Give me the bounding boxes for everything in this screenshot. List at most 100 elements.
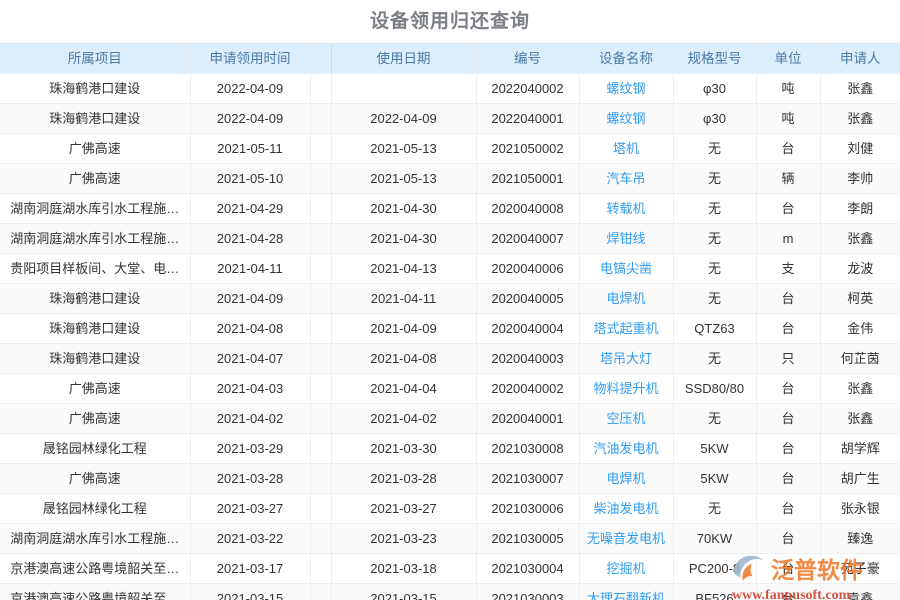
table-row[interactable]: 京港澳高速公路粤境韶关至…2021-03-152021-03-152021030… bbox=[0, 584, 900, 600]
cell-code: 2022040001 bbox=[476, 104, 579, 134]
cell-device[interactable]: 转载机 bbox=[579, 194, 673, 224]
cell-device[interactable]: 汽油发电机 bbox=[579, 434, 673, 464]
cell-spec: 无 bbox=[673, 284, 756, 314]
cell-apply_date: 2021-04-03 bbox=[190, 374, 310, 404]
cell-unit: 台 bbox=[756, 284, 820, 314]
cell-apply_date: 2021-03-15 bbox=[190, 584, 310, 600]
column-header-unit[interactable]: 单位 bbox=[756, 44, 820, 74]
cell-project: 晟铭园林绿化工程 bbox=[0, 434, 190, 464]
cell-project: 广佛高速 bbox=[0, 164, 190, 194]
page-header: 设备领用归还查询 bbox=[0, 0, 900, 44]
cell-device[interactable]: 挖掘机 bbox=[579, 554, 673, 584]
cell-project: 珠海鹤港口建设 bbox=[0, 314, 190, 344]
cell-device[interactable]: 电焊机 bbox=[579, 464, 673, 494]
cell-spec: 无 bbox=[673, 404, 756, 434]
table-row[interactable]: 珠海鹤港口建设2021-04-092021-04-112020040005电焊机… bbox=[0, 284, 900, 314]
cell-spacer bbox=[310, 554, 331, 584]
cell-device[interactable]: 焊钳线 bbox=[579, 224, 673, 254]
table-row[interactable]: 珠海鹤港口建设2021-04-072021-04-082020040003塔吊大… bbox=[0, 344, 900, 374]
page-title: 设备领用归还查询 bbox=[370, 12, 530, 31]
cell-device[interactable]: 塔式起重机 bbox=[579, 314, 673, 344]
column-header-code[interactable]: 编号 bbox=[476, 44, 579, 74]
equipment-requisition-return-query-page: 设备领用归还查询 所属项目申请领用时间使用日期编号设备名称规格型号单位申请人 珠… bbox=[0, 0, 900, 600]
cell-spec: φ30 bbox=[673, 104, 756, 134]
cell-device[interactable]: 电焊机 bbox=[579, 284, 673, 314]
cell-use_date: 2021-03-18 bbox=[331, 554, 476, 584]
cell-code: 2021050001 bbox=[476, 164, 579, 194]
cell-spacer bbox=[310, 134, 331, 164]
column-header-spec[interactable]: 规格型号 bbox=[673, 44, 756, 74]
cell-spec: 70KW bbox=[673, 524, 756, 554]
cell-device[interactable]: 塔机 bbox=[579, 134, 673, 164]
cell-device[interactable]: 电镐尖凿 bbox=[579, 254, 673, 284]
cell-spec: φ30 bbox=[673, 74, 756, 104]
cell-spec: 无 bbox=[673, 224, 756, 254]
cell-spacer bbox=[310, 314, 331, 344]
cell-applicant: 金伟 bbox=[820, 314, 900, 344]
cell-code: 2021030006 bbox=[476, 494, 579, 524]
column-header-apply_date[interactable]: 申请领用时间 bbox=[190, 44, 310, 74]
cell-use_date: 2021-03-30 bbox=[331, 434, 476, 464]
cell-spacer bbox=[310, 164, 331, 194]
table-row[interactable]: 广佛高速2021-03-282021-03-282021030007电焊机5KW… bbox=[0, 464, 900, 494]
table-row[interactable]: 珠海鹤港口建设2021-04-082021-04-092020040004塔式起… bbox=[0, 314, 900, 344]
table-row[interactable]: 广佛高速2021-05-102021-05-132021050001汽车吊无辆李… bbox=[0, 164, 900, 194]
cell-project: 京港澳高速公路粤境韶关至… bbox=[0, 584, 190, 600]
cell-device[interactable]: 汽车吊 bbox=[579, 164, 673, 194]
cell-project: 晟铭园林绿化工程 bbox=[0, 494, 190, 524]
cell-use_date bbox=[331, 74, 476, 104]
cell-device[interactable]: 物料提升机 bbox=[579, 374, 673, 404]
cell-apply_date: 2021-05-10 bbox=[190, 164, 310, 194]
cell-unit: 台 bbox=[756, 494, 820, 524]
cell-device[interactable]: 螺纹钢 bbox=[579, 104, 673, 134]
cell-spec: BF526 bbox=[673, 584, 756, 600]
table-row[interactable]: 京港澳高速公路粤境韶关至…2021-03-172021-03-182021030… bbox=[0, 554, 900, 584]
cell-apply_date: 2021-03-22 bbox=[190, 524, 310, 554]
table-row[interactable]: 晟铭园林绿化工程2021-03-272021-03-272021030006柴油… bbox=[0, 494, 900, 524]
table-row[interactable]: 珠海鹤港口建设2022-04-092022040002螺纹钢φ30吨张鑫 bbox=[0, 74, 900, 104]
cell-spec: SSD80/80 bbox=[673, 374, 756, 404]
cell-device[interactable]: 柴油发电机 bbox=[579, 494, 673, 524]
cell-applicant: 张鑫 bbox=[820, 224, 900, 254]
cell-device[interactable]: 螺纹钢 bbox=[579, 74, 673, 104]
cell-spacer bbox=[310, 224, 331, 254]
cell-device[interactable]: 空压机 bbox=[579, 404, 673, 434]
cell-use_date: 2021-04-13 bbox=[331, 254, 476, 284]
cell-device[interactable]: 大理石翻新机 bbox=[579, 584, 673, 600]
table-row[interactable]: 湖南洞庭湖水库引水工程施…2021-04-292021-04-302020040… bbox=[0, 194, 900, 224]
cell-apply_date: 2021-04-28 bbox=[190, 224, 310, 254]
cell-apply_date: 2021-03-17 bbox=[190, 554, 310, 584]
cell-project: 珠海鹤港口建设 bbox=[0, 344, 190, 374]
cell-project: 珠海鹤港口建设 bbox=[0, 284, 190, 314]
table-row[interactable]: 广佛高速2021-04-022021-04-022020040001空压机无台张… bbox=[0, 404, 900, 434]
cell-apply_date: 2021-03-27 bbox=[190, 494, 310, 524]
cell-spec: QTZ63 bbox=[673, 314, 756, 344]
column-header-project[interactable]: 所属项目 bbox=[0, 44, 190, 74]
cell-use_date: 2021-03-15 bbox=[331, 584, 476, 600]
cell-project: 广佛高速 bbox=[0, 464, 190, 494]
cell-code: 2020040005 bbox=[476, 284, 579, 314]
table-row[interactable]: 广佛高速2021-04-032021-04-042020040002物料提升机S… bbox=[0, 374, 900, 404]
table-row[interactable]: 湖南洞庭湖水库引水工程施…2021-04-282021-04-302020040… bbox=[0, 224, 900, 254]
cell-spacer bbox=[310, 404, 331, 434]
cell-apply_date: 2022-04-09 bbox=[190, 104, 310, 134]
table-row[interactable]: 珠海鹤港口建设2022-04-092022-04-092022040001螺纹钢… bbox=[0, 104, 900, 134]
cell-spacer bbox=[310, 494, 331, 524]
column-header-applicant[interactable]: 申请人 bbox=[820, 44, 900, 74]
cell-project: 京港澳高速公路粤境韶关至… bbox=[0, 554, 190, 584]
table-row[interactable]: 广佛高速2021-05-112021-05-132021050002塔机无台刘健 bbox=[0, 134, 900, 164]
cell-device[interactable]: 塔吊大灯 bbox=[579, 344, 673, 374]
table-row[interactable]: 晟铭园林绿化工程2021-03-292021-03-302021030008汽油… bbox=[0, 434, 900, 464]
table-row[interactable]: 贵阳项目样板间、大堂、电…2021-04-112021-04-132020040… bbox=[0, 254, 900, 284]
cell-unit: 台 bbox=[756, 404, 820, 434]
column-header-use_date[interactable]: 使用日期 bbox=[331, 44, 476, 74]
cell-use_date: 2021-03-28 bbox=[331, 464, 476, 494]
cell-use_date: 2021-03-23 bbox=[331, 524, 476, 554]
table-row[interactable]: 湖南洞庭湖水库引水工程施…2021-03-222021-03-232021030… bbox=[0, 524, 900, 554]
cell-spec: 无 bbox=[673, 344, 756, 374]
cell-device[interactable]: 无噪音发电机 bbox=[579, 524, 673, 554]
cell-use_date: 2022-04-09 bbox=[331, 104, 476, 134]
cell-unit: 台 bbox=[756, 314, 820, 344]
cell-code: 2020040004 bbox=[476, 314, 579, 344]
column-header-device[interactable]: 设备名称 bbox=[579, 44, 673, 74]
